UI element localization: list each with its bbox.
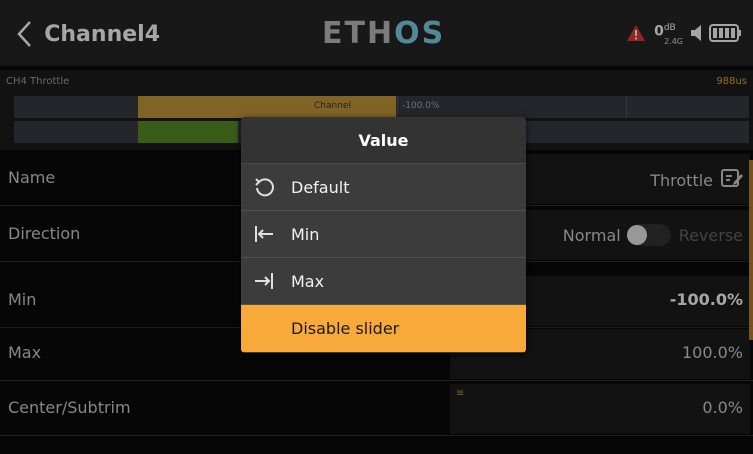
popup-item-max[interactable]: Max (241, 258, 526, 305)
max-icon (247, 258, 281, 305)
popup-item-min[interactable]: Min (241, 211, 526, 258)
popup-title: Value (241, 117, 526, 164)
min-icon (247, 211, 281, 258)
value-popup: Value Default Min Max Disable slider (241, 117, 526, 353)
popup-item-default[interactable]: Default (241, 164, 526, 211)
reset-icon (247, 164, 281, 211)
popup-item-disable-slider[interactable]: Disable slider (241, 305, 526, 352)
